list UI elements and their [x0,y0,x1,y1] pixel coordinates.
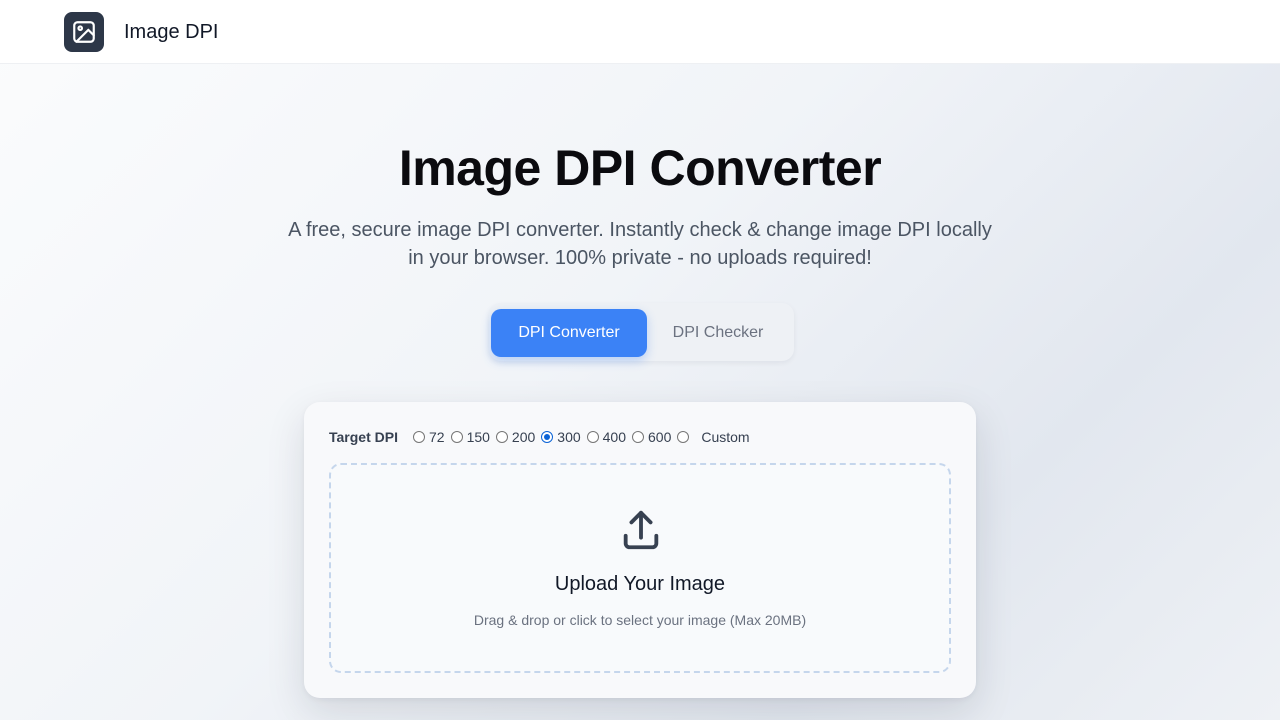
radio-200[interactable] [495,431,508,443]
upload-dropzone[interactable]: Upload Your Image Drag & drop or click t… [329,463,951,673]
site-header: Image DPI [0,0,1280,64]
upload-title: Upload Your Image [554,573,726,595]
dpi-option-72[interactable]: 72 [412,429,445,445]
mode-tabs: DPI Converter DPI Checker [489,303,794,361]
tab-dpi-converter[interactable]: DPI Converter [491,309,647,357]
dpi-option-label: 72 [428,429,445,445]
dpi-option-150[interactable]: 150 [450,429,490,445]
dpi-option-300[interactable]: 300 [541,429,581,445]
upload-icon [623,510,659,550]
tab-dpi-checker[interactable]: DPI Checker [653,309,783,357]
target-dpi-label: Target DPI [329,429,398,445]
radio-600[interactable] [632,431,644,443]
dpi-option-label: 200 [511,429,536,445]
upload-hint: Drag & drop or click to select your imag… [473,612,807,628]
image-icon [73,21,95,43]
radio-400[interactable] [586,431,599,443]
dpi-option-400[interactable]: 400 [586,429,626,445]
dpi-option-label: 600 [648,429,672,445]
dpi-option-600[interactable]: 600 [632,429,671,445]
dpi-option-label: 300 [557,429,581,445]
target-dpi-selector: Target DPI 72 150 200 300 400 600 Custom [329,428,756,446]
logo[interactable] [64,12,104,52]
radio-72[interactable] [412,431,425,443]
radio-150[interactable] [450,431,463,443]
converter-card: Target DPI 72 150 200 300 400 600 Custom [304,402,976,698]
dpi-option-label: 400 [602,429,626,445]
radio-300[interactable] [541,431,554,443]
page-subtitle: A free, secure image DPI converter. Inst… [250,216,1030,272]
page-title: Image DPI Converter [398,140,882,196]
subtitle-line-1: A free, secure image DPI converter. Inst… [288,219,992,241]
dpi-option-200[interactable]: 200 [495,429,536,445]
dpi-option-label: Custom [701,429,750,445]
radio-custom[interactable] [677,431,690,443]
dpi-option-custom[interactable]: Custom [677,429,750,445]
dpi-option-label: 150 [466,429,490,445]
brand-name[interactable]: Image DPI [124,19,218,45]
subtitle-line-2: in your browser. 100% private - no uploa… [408,247,872,269]
